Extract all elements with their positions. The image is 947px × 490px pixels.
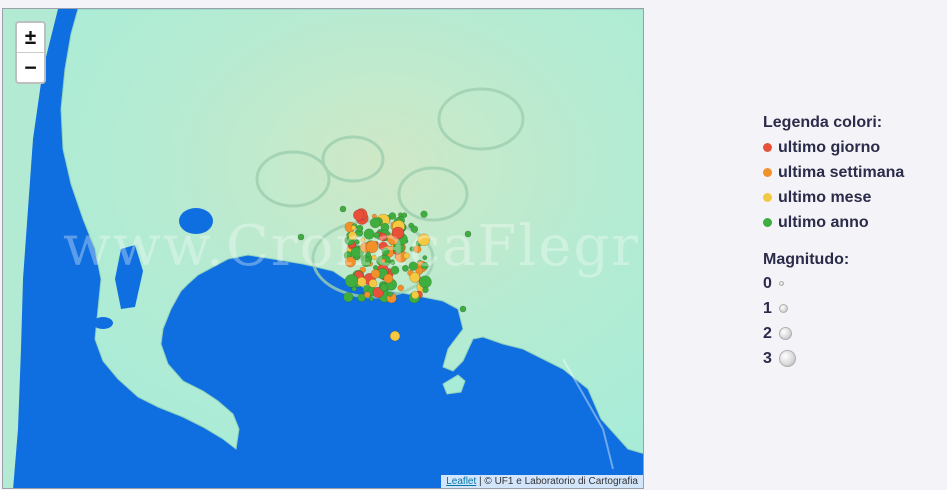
legend-item-label: ultimo anno [778,214,869,231]
legend-item-week: ultima settimana [763,160,904,185]
quake-marker[interactable] [389,330,401,342]
magnitude-label: 0 [763,274,772,292]
magnitude-1: 1 [763,296,904,321]
quake-marker[interactable] [369,296,374,302]
quake-marker[interactable] [348,231,357,241]
quake-marker[interactable] [390,265,400,275]
quake-marker[interactable] [363,228,375,240]
attribution-text: | © UF1 e Laboratorio di Cartografia [476,476,638,487]
legend-item-year: ultimo anno [763,210,904,235]
red-dot-icon [763,143,772,152]
quake-marker[interactable] [401,212,408,219]
quake-marker[interactable] [365,251,371,257]
legend-item-label: ultima settimana [778,164,905,181]
quake-marker[interactable] [350,246,362,259]
quake-marker[interactable] [410,225,419,233]
quake-marker[interactable] [383,273,394,284]
quake-marker[interactable] [397,284,405,292]
quake-marker[interactable] [368,279,378,288]
magnitude-0: 0 [763,271,904,296]
quake-marker[interactable] [356,276,367,287]
quake-marker[interactable] [409,272,421,283]
quake-marker[interactable] [464,230,472,238]
legend-item-month: ultimo mese [763,185,904,210]
green-dot-icon [763,218,772,227]
map-view[interactable]: www.CronacaFlegrea.it ± − Leaflet | © UF… [2,8,644,489]
magnitude-ball-icon [779,281,784,286]
quake-marker[interactable] [422,286,429,294]
magnitude-label: 3 [763,349,772,367]
magnitude-label: 2 [763,324,772,342]
quake-marker[interactable] [378,232,388,242]
quake-marker[interactable] [420,210,428,218]
quake-marker[interactable] [459,305,467,313]
legend-item-label: ultimo giorno [778,139,881,156]
quake-marker[interactable] [343,292,354,303]
magnitude-label: 1 [763,299,772,317]
zoom-out-button[interactable]: − [17,53,44,82]
quake-marker[interactable] [339,205,347,213]
legend-item-label: ultimo mese [778,189,872,206]
quake-marker[interactable] [361,257,372,268]
magnitude-2: 2 [763,321,904,346]
quake-marker[interactable] [354,239,360,245]
magnitude-title: Magnitudo: [763,251,850,268]
quake-marker[interactable] [401,264,409,272]
quake-marker[interactable] [391,226,405,240]
quake-marker[interactable] [365,240,379,254]
quake-marker[interactable] [370,269,381,279]
quake-marker[interactable] [360,237,366,243]
map-canvas[interactable] [3,9,644,489]
magnitude-ball-icon [779,350,796,367]
quake-marker[interactable] [422,255,428,261]
quake-marker[interactable] [389,259,396,266]
leaflet-link[interactable]: Leaflet [446,476,476,487]
quake-marker[interactable] [421,262,429,270]
magnitude-3: 3 [763,346,904,371]
quake-marker[interactable] [411,291,420,300]
attribution: Leaflet | © UF1 e Laboratorio di Cartogr… [441,475,643,488]
quake-marker[interactable] [363,291,371,298]
quake-marker[interactable] [381,258,386,264]
quake-marker[interactable] [356,224,364,232]
legend-title: Legenda colori: [763,114,883,131]
quake-marker[interactable] [417,233,431,247]
lake-lucrino [93,317,113,329]
quake-marker[interactable] [297,233,305,241]
quake-marker[interactable] [353,209,365,221]
yellow-dot-icon [763,193,772,202]
quake-marker[interactable] [344,274,359,288]
legend-item-day: ultimo giorno [763,135,904,160]
quake-marker[interactable] [387,291,393,297]
quake-marker[interactable] [403,252,410,260]
quake-marker[interactable] [418,275,432,289]
magnitude-ball-icon [779,327,792,340]
quake-marker[interactable] [350,225,357,231]
zoom-control: ± − [15,21,46,84]
legend-panel: Legenda colori: ultimo giorno ultima set… [763,114,904,371]
zoom-in-button[interactable]: ± [17,23,44,53]
quake-marker[interactable] [381,247,390,256]
quake-marker[interactable] [369,217,381,229]
quake-marker[interactable] [344,256,356,268]
orange-dot-icon [763,168,772,177]
lake-averno [179,208,213,234]
quake-marker[interactable] [371,254,377,261]
quake-marker[interactable] [379,283,389,292]
quake-marker[interactable] [413,245,422,254]
magnitude-ball-icon [779,304,788,313]
